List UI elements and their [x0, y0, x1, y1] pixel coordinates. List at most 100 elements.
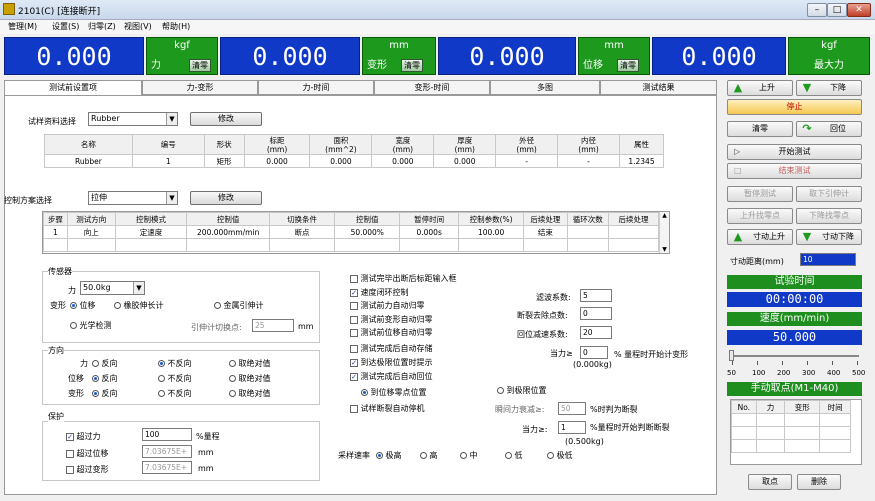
- tab-pretest-settings[interactable]: 测试前设置项: [4, 80, 142, 96]
- opt-optical[interactable]: 光学检测: [70, 320, 112, 331]
- return-limit-radio[interactable]: 到极限位置: [497, 385, 547, 396]
- pick-point-button[interactable]: 取点: [748, 474, 792, 490]
- pause-test-button[interactable]: 暂停测试: [727, 186, 793, 202]
- direction-force-normal[interactable]: 不反向: [158, 358, 192, 369]
- control-table-scrollbar[interactable]: ▲ ▼: [659, 212, 669, 253]
- direction-displacement-normal[interactable]: 不反向: [158, 373, 192, 384]
- jog-distance-input[interactable]: 10: [800, 253, 856, 266]
- jog-down-icon: ▼: [802, 230, 812, 243]
- remove-extensometer-button[interactable]: 取下引伸计: [796, 186, 862, 202]
- specimen-select[interactable]: Rubber ▼: [88, 112, 178, 126]
- switch-point-input[interactable]: 25: [252, 319, 294, 332]
- tab-force-deform[interactable]: 力-变形: [142, 80, 258, 95]
- menu-zero[interactable]: 归零(Z): [88, 21, 116, 32]
- option-check-7[interactable]: ✓ 到达极限位置时提示: [350, 357, 433, 368]
- return-coef-input[interactable]: 20: [580, 326, 612, 339]
- force-ge2-input[interactable]: 1: [558, 421, 586, 434]
- specimen-edit-button[interactable]: 修改: [190, 112, 262, 126]
- jog-up-button[interactable]: ▲ 寸动上升: [727, 229, 793, 245]
- option-check-8[interactable]: ✓ 测试完成后自动回位: [350, 371, 433, 382]
- home-button[interactable]: ↷ 回位: [796, 121, 862, 137]
- stop-button[interactable]: 停止: [727, 99, 862, 115]
- over-displacement-check[interactable]: 超过位移: [66, 448, 109, 459]
- direction-title: 方向: [48, 345, 64, 356]
- rate-very-low[interactable]: 极低: [547, 450, 573, 461]
- zero-button[interactable]: 清零: [727, 121, 793, 137]
- specimen-label: 试样资料选择: [28, 117, 76, 126]
- force-sensor-select[interactable]: 50.0kg ▼: [80, 281, 145, 295]
- return-zero-radio[interactable]: 到位移零点位置: [361, 387, 427, 398]
- over-force-input[interactable]: 100: [142, 428, 192, 441]
- end-test-button[interactable]: □ 结束测试: [727, 163, 862, 179]
- scroll-down-icon[interactable]: ▼: [660, 246, 669, 253]
- force-clear-button[interactable]: 清零: [189, 59, 211, 72]
- over-deform-input[interactable]: 7.03675E+: [142, 461, 192, 474]
- opt-displacement[interactable]: 位移: [70, 300, 96, 311]
- chevron-down-icon: ▼: [166, 192, 177, 204]
- over-displacement-input[interactable]: 7.03675E+: [142, 445, 192, 458]
- rate-medium[interactable]: 中: [460, 450, 478, 461]
- direction-force-reverse[interactable]: 反向: [92, 358, 118, 369]
- option-check-1[interactable]: 测试完毕出断后标距输入框: [350, 273, 457, 284]
- over-force-check[interactable]: ✓ 超过力: [66, 431, 101, 442]
- down-button[interactable]: ▼ 下降: [796, 80, 862, 96]
- delete-point-button[interactable]: 删除: [797, 474, 841, 490]
- option-check-4[interactable]: 测试前变形自动归零: [350, 314, 433, 325]
- direction-displacement-reverse[interactable]: 反向: [92, 373, 118, 384]
- option-check-5[interactable]: 测试前位移自动归零: [350, 327, 433, 338]
- direction-displacement-absolute[interactable]: 取绝对值: [229, 373, 271, 384]
- control-select[interactable]: 拉伸 ▼: [88, 191, 178, 205]
- decay-input[interactable]: 50: [558, 402, 586, 415]
- menu-view[interactable]: 视图(V): [124, 21, 152, 32]
- close-button[interactable]: ✕: [847, 3, 871, 17]
- minimize-button[interactable]: –: [807, 3, 827, 17]
- option-check-3[interactable]: 测试前力自动归零: [350, 300, 425, 311]
- opt-metal-extensometer[interactable]: 金属引伸计: [214, 300, 264, 311]
- direction-deform-absolute[interactable]: 取绝对值: [229, 388, 271, 399]
- switch-point-label: 引伸计切换点:: [191, 323, 242, 332]
- option-check-2[interactable]: ✓ 速度闭环控制: [350, 287, 409, 298]
- manual-header-cell: 时间: [819, 400, 851, 414]
- deform-clear-button[interactable]: 清零: [401, 59, 423, 72]
- stop-on-break-check[interactable]: 试样断裂自动停机: [350, 403, 425, 414]
- scroll-up-icon[interactable]: ▲: [660, 212, 669, 219]
- tab-force-time[interactable]: 力-时间: [258, 80, 374, 95]
- filter-input[interactable]: 5: [580, 289, 612, 302]
- break-points-input[interactable]: 0: [580, 307, 612, 320]
- up-find-zero-button[interactable]: 上升找零点: [727, 208, 793, 224]
- rate-very-high[interactable]: 极高: [376, 450, 402, 461]
- displacement-clear-button[interactable]: 清零: [617, 59, 639, 72]
- direction-deform-normal[interactable]: 不反向: [158, 388, 192, 399]
- start-test-button[interactable]: ▷ 开始测试: [727, 144, 862, 160]
- specimen-header-cell: 形状: [203, 134, 245, 155]
- jog-down-button[interactable]: ▼ 寸动下降: [796, 229, 862, 245]
- specimen-header-cell: 厚度 (mm): [433, 134, 497, 155]
- control-row-cell: 200.000mm/min: [186, 225, 270, 239]
- stop-icon: □: [734, 166, 742, 175]
- over-deform-check[interactable]: 超过变形: [66, 464, 109, 475]
- maximize-button[interactable]: □: [827, 3, 847, 17]
- direction-deform-reverse[interactable]: 反向: [92, 388, 118, 399]
- break-points-label: 断裂去除点数:: [517, 311, 568, 320]
- rate-low[interactable]: 低: [505, 450, 523, 461]
- down-find-zero-button[interactable]: 下降找零点: [796, 208, 862, 224]
- speed-slider-track[interactable]: [731, 355, 859, 357]
- up-button[interactable]: ▲ 上升: [727, 80, 793, 96]
- control-edit-button[interactable]: 修改: [190, 191, 262, 205]
- menu-manage[interactable]: 管理(M): [8, 21, 37, 32]
- manual-header-cell: 变形: [784, 400, 821, 414]
- slider-tick-mark: [757, 361, 758, 365]
- option-check-6[interactable]: 测试完成后自动存储: [350, 343, 433, 354]
- tab-results[interactable]: 测试结果: [600, 80, 717, 95]
- force-ge-input[interactable]: 0: [580, 346, 608, 359]
- tab-multi-chart[interactable]: 多图: [490, 80, 600, 95]
- speed-slider-thumb[interactable]: [729, 350, 734, 361]
- menu-settings[interactable]: 设置(S): [52, 21, 79, 32]
- opt-rubber-extensometer[interactable]: 橡胶伸长计: [114, 300, 164, 311]
- menu-help[interactable]: 帮助(H): [162, 21, 190, 32]
- direction-force-absolute[interactable]: 取绝对值: [229, 358, 271, 369]
- over-displacement-unit: mm: [198, 448, 214, 457]
- specimen-row-cell: -: [495, 154, 559, 168]
- rate-high[interactable]: 高: [420, 450, 438, 461]
- tab-deform-time[interactable]: 变形-时间: [374, 80, 490, 95]
